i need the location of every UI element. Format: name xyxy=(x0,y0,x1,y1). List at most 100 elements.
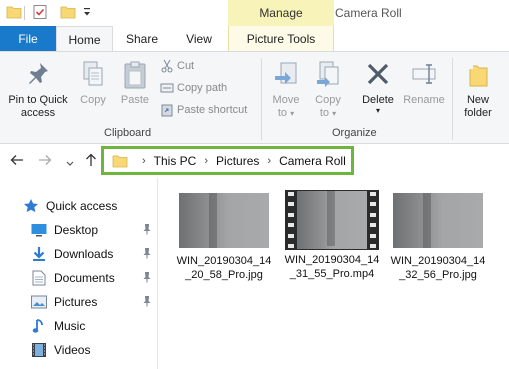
copy-to-dropdown-icon: ▾ xyxy=(332,109,337,118)
delete-button[interactable]: Delete ▾ xyxy=(358,60,398,115)
sidebar-item-label: Music xyxy=(54,319,86,333)
video-thumbnail xyxy=(285,190,379,250)
ribbon: Pin to Quick access Copy Paste Cut Copy … xyxy=(0,51,509,144)
move-to-button[interactable]: Move to ▾ xyxy=(268,60,304,120)
file-name: WIN_20190304_14_20_58_Pro.jpg xyxy=(176,255,272,281)
copy-icon xyxy=(80,60,106,94)
tab-home[interactable]: Home xyxy=(56,26,113,52)
sidebar-item-label: Pictures xyxy=(54,295,98,309)
folder-icon xyxy=(112,154,128,168)
pin-icon[interactable] xyxy=(142,247,152,262)
sidebar-item-label: Quick access xyxy=(46,199,118,213)
window-title: Camera Roll xyxy=(335,6,402,20)
sidebar-item-documents[interactable]: Documents xyxy=(30,267,156,289)
pictures-icon xyxy=(30,294,48,310)
sidebar-item-label: Documents xyxy=(54,271,115,285)
delete-icon xyxy=(364,60,392,94)
file-list: WIN_20190304_14_20_58_Pro.jpg WIN_201903… xyxy=(159,178,509,369)
folder-icon[interactable] xyxy=(6,4,22,23)
clipboard-group-label: Clipboard xyxy=(104,127,152,139)
copy-to-icon xyxy=(314,60,342,94)
pin-icon[interactable] xyxy=(142,271,152,286)
sidebar-item-music[interactable]: Music xyxy=(30,315,156,337)
tab-share[interactable]: Share xyxy=(116,26,168,51)
recent-locations-chevron-icon[interactable] xyxy=(65,155,75,171)
move-to-label-line2: to ▾ xyxy=(277,107,295,119)
breadcrumb-separator: › xyxy=(267,154,272,167)
breadcrumb-separator: › xyxy=(142,154,146,167)
tab-view[interactable]: View xyxy=(172,26,226,51)
pin-icon xyxy=(24,60,52,94)
pin-icon[interactable] xyxy=(142,295,152,310)
sidebar-item-label: Downloads xyxy=(54,247,114,261)
image-thumbnail xyxy=(393,193,483,248)
properties-icon[interactable] xyxy=(32,4,48,23)
pin-label-line1: Pin to Quick xyxy=(8,94,68,106)
navigation-pane: Quick access Desktop Downloads Documents xyxy=(0,178,158,369)
ribbon-tabs: File Home Share View Picture Tools xyxy=(0,26,509,52)
back-arrow-icon[interactable] xyxy=(10,153,24,170)
tab-picture-tools[interactable]: Picture Tools xyxy=(228,26,334,51)
desktop-icon xyxy=(30,222,48,238)
move-to-label-line1: Move xyxy=(272,94,300,106)
title-bar: Manage Camera Roll xyxy=(0,0,509,26)
sidebar-item-downloads[interactable]: Downloads xyxy=(30,243,156,265)
paste-label: Paste xyxy=(120,94,150,106)
sidebar-item-label: Videos xyxy=(54,343,91,357)
forward-arrow-icon[interactable] xyxy=(38,153,52,170)
documents-icon xyxy=(30,270,48,286)
breadcrumb-this-pc[interactable]: This PC xyxy=(154,154,197,168)
breadcrumb-camera-roll[interactable]: Camera Roll xyxy=(279,154,346,168)
paste-button[interactable]: Paste xyxy=(116,60,154,107)
sidebar-item-desktop[interactable]: Desktop xyxy=(30,219,156,241)
pin-icon[interactable] xyxy=(142,223,152,238)
ribbon-divider xyxy=(261,58,262,140)
file-item[interactable]: WIN_20190304_14_31_55_Pro.mp4 xyxy=(283,190,381,281)
file-item[interactable]: WIN_20190304_14_32_56_Pro.jpg xyxy=(389,190,487,282)
copy-label: Copy xyxy=(80,94,106,106)
videos-icon xyxy=(30,342,48,358)
copy-path-button[interactable]: Copy path xyxy=(160,79,227,97)
address-bar[interactable]: › This PC › Pictures › Camera Roll xyxy=(101,146,354,175)
sidebar-item-quick-access[interactable]: Quick access xyxy=(22,195,156,217)
cut-label: Cut xyxy=(177,60,195,72)
qat-divider xyxy=(24,6,25,20)
paste-shortcut-button[interactable]: Paste shortcut xyxy=(160,101,247,119)
image-thumbnail xyxy=(179,193,269,248)
breadcrumb-pictures[interactable]: Pictures xyxy=(216,154,259,168)
new-folder-label-line1: New xyxy=(466,94,489,106)
breadcrumb-separator: › xyxy=(204,154,209,167)
copy-to-button[interactable]: Copy to ▾ xyxy=(310,60,346,120)
scissors-icon xyxy=(161,59,173,73)
paste-shortcut-icon xyxy=(161,104,173,117)
pin-label-line2: access xyxy=(20,107,56,119)
star-icon xyxy=(22,198,40,214)
navigation-bar: › This PC › Pictures › Camera Roll xyxy=(0,144,509,178)
copy-path-icon xyxy=(160,83,174,93)
paste-shortcut-label: Paste shortcut xyxy=(177,104,248,116)
new-folder-icon[interactable] xyxy=(60,4,76,23)
rename-button[interactable]: Rename xyxy=(402,60,446,107)
organize-group-label: Organize xyxy=(332,127,377,139)
cut-button[interactable]: Cut xyxy=(160,57,194,75)
copy-path-label: Copy path xyxy=(177,82,228,94)
copy-button[interactable]: Copy xyxy=(76,60,110,107)
customize-qat-icon[interactable] xyxy=(82,6,92,21)
sidebar-item-videos[interactable]: Videos xyxy=(30,339,156,361)
file-name: WIN_20190304_14_32_56_Pro.jpg xyxy=(390,255,486,281)
copy-to-label-line2: to ▾ xyxy=(319,107,337,119)
sidebar-item-pictures[interactable]: Pictures xyxy=(30,291,156,313)
rename-label: Rename xyxy=(403,94,445,106)
file-name: WIN_20190304_14_31_55_Pro.mp4 xyxy=(284,254,380,280)
manage-context-tab[interactable]: Manage xyxy=(228,0,334,26)
pin-to-quick-access-button[interactable]: Pin to Quick access xyxy=(4,60,72,120)
delete-dropdown-icon: ▾ xyxy=(375,106,380,115)
music-icon xyxy=(30,318,48,334)
new-folder-label-line2: folder xyxy=(464,107,492,119)
new-folder-button[interactable]: New folder xyxy=(458,60,498,120)
tab-file[interactable]: File xyxy=(0,26,56,51)
sidebar-item-label: Desktop xyxy=(54,223,99,237)
downloads-icon xyxy=(30,246,48,262)
file-item[interactable]: WIN_20190304_14_20_58_Pro.jpg xyxy=(175,190,273,282)
up-arrow-icon[interactable] xyxy=(84,153,98,170)
